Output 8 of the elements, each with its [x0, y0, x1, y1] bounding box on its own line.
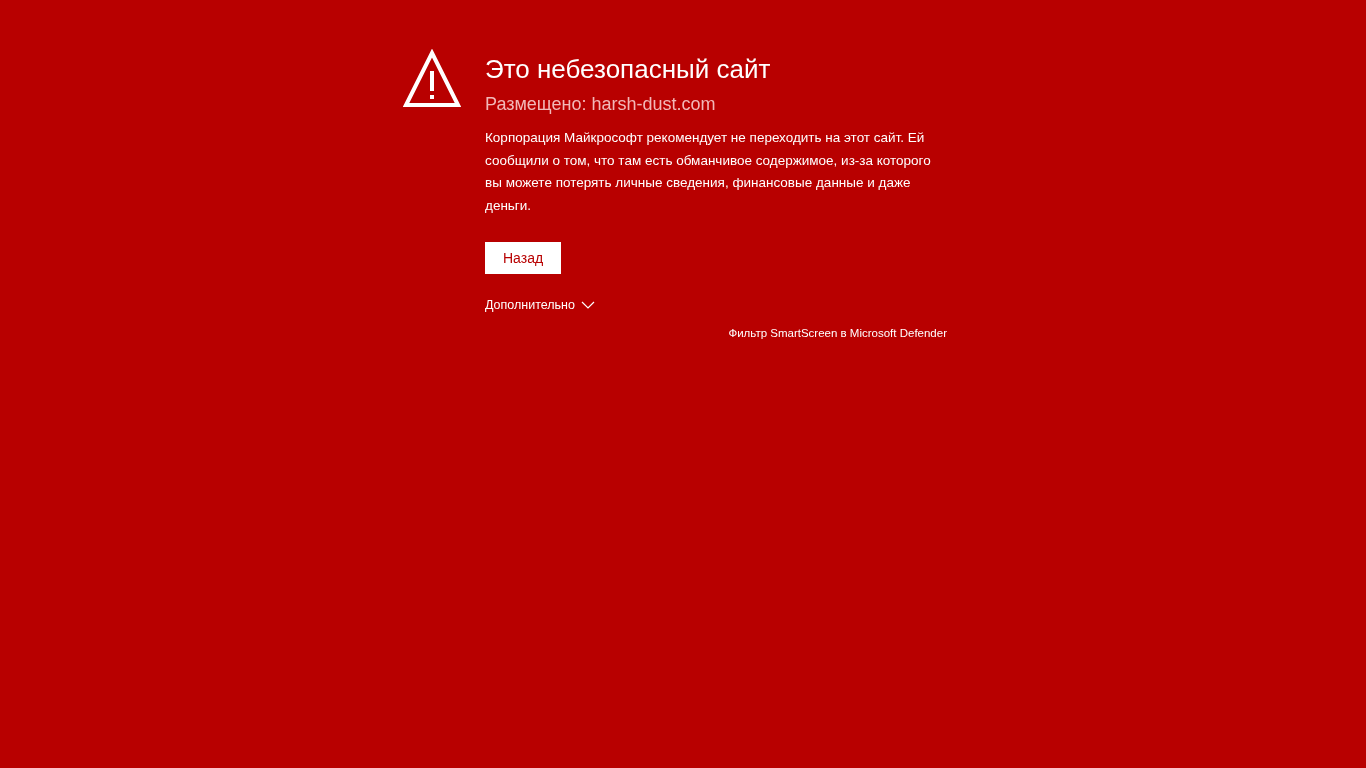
- warning-icon: [403, 49, 461, 109]
- site-address: Размещено: harsh-dust.com: [485, 93, 717, 116]
- back-button[interactable]: Назад: [485, 242, 562, 274]
- more-details-toggle[interactable]: Дополнительно: [485, 296, 595, 315]
- warning-message: Корпорация Майкрософт рекомендует не переходить на этот сайт. Ей сообщили о том, что там есть обманчивое содержимое, из-за которого вы можете потерять личные сведения, финансовые данные и даже деньги.: [485, 129, 932, 215]
- footer-text: Фильтр SmartScreen в Microsoft Defender: [728, 325, 947, 341]
- chevron-icon: [580, 301, 595, 310]
- page-title: Это небезопасный сайт: [485, 53, 772, 86]
